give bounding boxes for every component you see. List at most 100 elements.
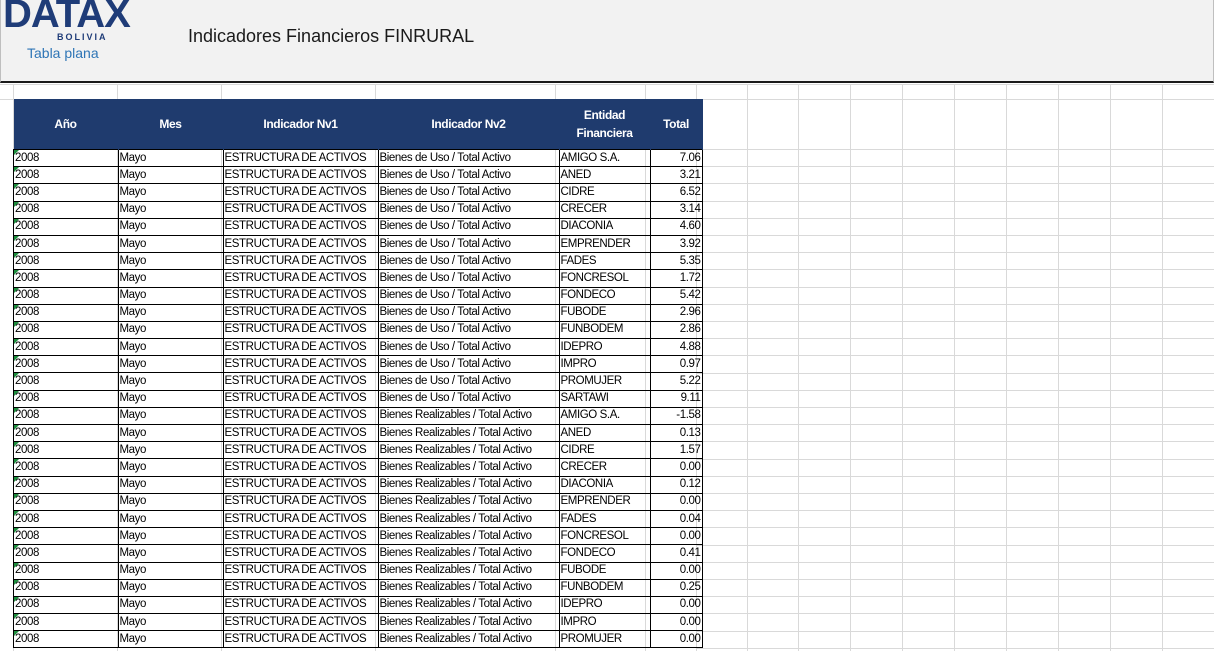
cell-entidad[interactable]: DIACONIA	[558, 217, 651, 236]
cell-total[interactable]: 6.52	[649, 183, 703, 202]
cell-mes[interactable]: Mayo	[117, 406, 224, 426]
cell-ano[interactable]: 2008	[13, 492, 119, 511]
cell-total[interactable]: 0.12	[649, 475, 703, 494]
cell-indicador-nv1[interactable]: ESTRUCTURA DE ACTIVOS	[222, 166, 379, 185]
cell-mes[interactable]: Mayo	[117, 338, 224, 357]
cell-indicador-nv2[interactable]: Bienes de Uso / Total Activo	[377, 355, 560, 374]
cell-indicador-nv2[interactable]: Bienes de Uso / Total Activo	[377, 166, 560, 185]
cell-entidad[interactable]: FUNBODEM	[558, 578, 651, 597]
cell-indicador-nv2[interactable]: Bienes Realizables / Total Activo	[377, 441, 560, 460]
table-row[interactable]: 2008 Mayo ESTRUCTURA DE ACTIVOS Bienes Real…	[13, 423, 703, 443]
cell-ano[interactable]: 2008	[13, 355, 119, 374]
cell-total[interactable]: 0.00	[649, 630, 703, 649]
cell-mes[interactable]: Mayo	[117, 183, 224, 202]
cell-ano[interactable]: 2008	[13, 269, 119, 288]
cell-total[interactable]: 3.92	[649, 234, 703, 254]
cell-indicador-nv2[interactable]: Bienes Realizables / Total Activo	[377, 527, 560, 546]
cell-indicador-nv1[interactable]: ESTRUCTURA DE ACTIVOS	[222, 561, 379, 580]
cell-entidad[interactable]: FONCRESOL	[558, 269, 651, 288]
cell-total[interactable]: 5.22	[649, 372, 703, 391]
cell-indicador-nv1[interactable]: ESTRUCTURA DE ACTIVOS	[222, 200, 379, 219]
cell-total[interactable]: 1.72	[649, 269, 703, 288]
cell-entidad[interactable]: FUNBODEM	[558, 320, 651, 340]
cell-total[interactable]: -1.58	[649, 406, 703, 426]
table-row[interactable]: 2008 Mayo ESTRUCTURA DE ACTIVOS Bienes Real…	[13, 475, 703, 494]
cell-entidad[interactable]: IDEPRO	[558, 338, 651, 357]
cell-total[interactable]: 0.00	[649, 613, 703, 632]
cell-indicador-nv2[interactable]: Bienes de Uso / Total Activo	[377, 338, 560, 357]
table-row[interactable]: 2008 Mayo ESTRUCTURA DE ACTIVOS Bienes de U…	[13, 372, 703, 391]
cell-indicador-nv2[interactable]: Bienes de Uso / Total Activo	[377, 217, 560, 236]
cell-entidad[interactable]: EMPRENDER	[558, 234, 651, 254]
table-row[interactable]: 2008 Mayo ESTRUCTURA DE ACTIVOS Bienes de U…	[13, 338, 703, 357]
cell-indicador-nv1[interactable]: ESTRUCTURA DE ACTIVOS	[222, 320, 379, 340]
cell-indicador-nv1[interactable]: ESTRUCTURA DE ACTIVOS	[222, 544, 379, 563]
cell-ano[interactable]: 2008	[13, 561, 119, 580]
table-row[interactable]: 2008 Mayo ESTRUCTURA DE ACTIVOS Bienes de U…	[13, 148, 703, 168]
cell-entidad[interactable]: ANED	[558, 166, 651, 185]
table-row[interactable]: 2008 Mayo ESTRUCTURA DE ACTIVOS Bienes Real…	[13, 406, 703, 426]
cell-ano[interactable]: 2008	[13, 595, 119, 615]
column-header-total[interactable]: Total	[650, 99, 703, 150]
column-header-ano[interactable]: Año	[13, 99, 119, 150]
cell-ano[interactable]: 2008	[13, 423, 119, 443]
cell-total[interactable]: 0.04	[649, 509, 703, 529]
table-row[interactable]: 2008 Mayo ESTRUCTURA DE ACTIVOS Bienes de U…	[13, 166, 703, 185]
cell-ano[interactable]: 2008	[13, 286, 119, 305]
cell-ano[interactable]: 2008	[13, 338, 119, 357]
cell-ano[interactable]: 2008	[13, 166, 119, 185]
cell-total[interactable]: 1.57	[649, 441, 703, 460]
cell-indicador-nv1[interactable]: ESTRUCTURA DE ACTIVOS	[222, 338, 379, 357]
cell-total[interactable]: 3.21	[649, 166, 703, 185]
table-row[interactable]: 2008 Mayo ESTRUCTURA DE ACTIVOS Bienes de U…	[13, 389, 703, 408]
cell-indicador-nv2[interactable]: Bienes Realizables / Total Activo	[377, 561, 560, 580]
cell-mes[interactable]: Mayo	[117, 217, 224, 236]
cell-ano[interactable]: 2008	[13, 544, 119, 563]
cell-indicador-nv1[interactable]: ESTRUCTURA DE ACTIVOS	[222, 595, 379, 615]
cell-ano[interactable]: 2008	[13, 458, 119, 477]
cell-total[interactable]: 7.06	[649, 148, 703, 168]
cell-indicador-nv1[interactable]: ESTRUCTURA DE ACTIVOS	[222, 148, 379, 168]
cell-entidad[interactable]: FUBODE	[558, 561, 651, 580]
cell-indicador-nv2[interactable]: Bienes Realizables / Total Activo	[377, 492, 560, 511]
table-row[interactable]: 2008 Mayo ESTRUCTURA DE ACTIVOS Bienes de U…	[13, 286, 703, 305]
cell-indicador-nv2[interactable]: Bienes Realizables / Total Activo	[377, 613, 560, 632]
cell-indicador-nv2[interactable]: Bienes de Uso / Total Activo	[377, 303, 560, 322]
cell-indicador-nv1[interactable]: ESTRUCTURA DE ACTIVOS	[222, 234, 379, 254]
cell-ano[interactable]: 2008	[13, 527, 119, 546]
cell-indicador-nv1[interactable]: ESTRUCTURA DE ACTIVOS	[222, 527, 379, 546]
table-row[interactable]: 2008 Mayo ESTRUCTURA DE ACTIVOS Bienes de U…	[13, 355, 703, 374]
cell-mes[interactable]: Mayo	[117, 372, 224, 391]
cell-indicador-nv1[interactable]: ESTRUCTURA DE ACTIVOS	[222, 252, 379, 271]
table-row[interactable]: 2008 Mayo ESTRUCTURA DE ACTIVOS Bienes Real…	[13, 578, 703, 597]
cell-mes[interactable]: Mayo	[117, 441, 224, 460]
cell-ano[interactable]: 2008	[13, 217, 119, 236]
cell-indicador-nv2[interactable]: Bienes Realizables / Total Activo	[377, 544, 560, 563]
column-header-indicador-nv1[interactable]: Indicador Nv1	[223, 99, 379, 150]
cell-mes[interactable]: Mayo	[117, 234, 224, 254]
table-row[interactable]: 2008 Mayo ESTRUCTURA DE ACTIVOS Bienes Real…	[13, 595, 703, 615]
cell-indicador-nv2[interactable]: Bienes de Uso / Total Activo	[377, 372, 560, 391]
table-row[interactable]: 2008 Mayo ESTRUCTURA DE ACTIVOS Bienes Real…	[13, 458, 703, 477]
cell-mes[interactable]: Mayo	[117, 561, 224, 580]
cell-ano[interactable]: 2008	[13, 148, 119, 168]
cell-mes[interactable]: Mayo	[117, 595, 224, 615]
cell-entidad[interactable]: AMIGO S.A.	[558, 406, 651, 426]
cell-total[interactable]: 0.00	[649, 595, 703, 615]
cell-indicador-nv1[interactable]: ESTRUCTURA DE ACTIVOS	[222, 269, 379, 288]
cell-ano[interactable]: 2008	[13, 630, 119, 649]
cell-indicador-nv1[interactable]: ESTRUCTURA DE ACTIVOS	[222, 183, 379, 202]
cell-total[interactable]: 5.42	[649, 286, 703, 305]
cell-total[interactable]: 0.00	[649, 561, 703, 580]
cell-ano[interactable]: 2008	[13, 509, 119, 529]
cell-indicador-nv2[interactable]: Bienes Realizables / Total Activo	[377, 475, 560, 494]
cell-indicador-nv2[interactable]: Bienes Realizables / Total Activo	[377, 423, 560, 443]
cell-total[interactable]: 0.97	[649, 355, 703, 374]
table-row[interactable]: 2008 Mayo ESTRUCTURA DE ACTIVOS Bienes de U…	[13, 269, 703, 288]
cell-entidad[interactable]: FONCRESOL	[558, 527, 651, 546]
cell-mes[interactable]: Mayo	[117, 475, 224, 494]
cell-indicador-nv2[interactable]: Bienes Realizables / Total Activo	[377, 406, 560, 426]
cell-indicador-nv2[interactable]: Bienes de Uso / Total Activo	[377, 286, 560, 305]
cell-indicador-nv2[interactable]: Bienes de Uso / Total Activo	[377, 148, 560, 168]
cell-entidad[interactable]: PROMUJER	[558, 372, 651, 391]
